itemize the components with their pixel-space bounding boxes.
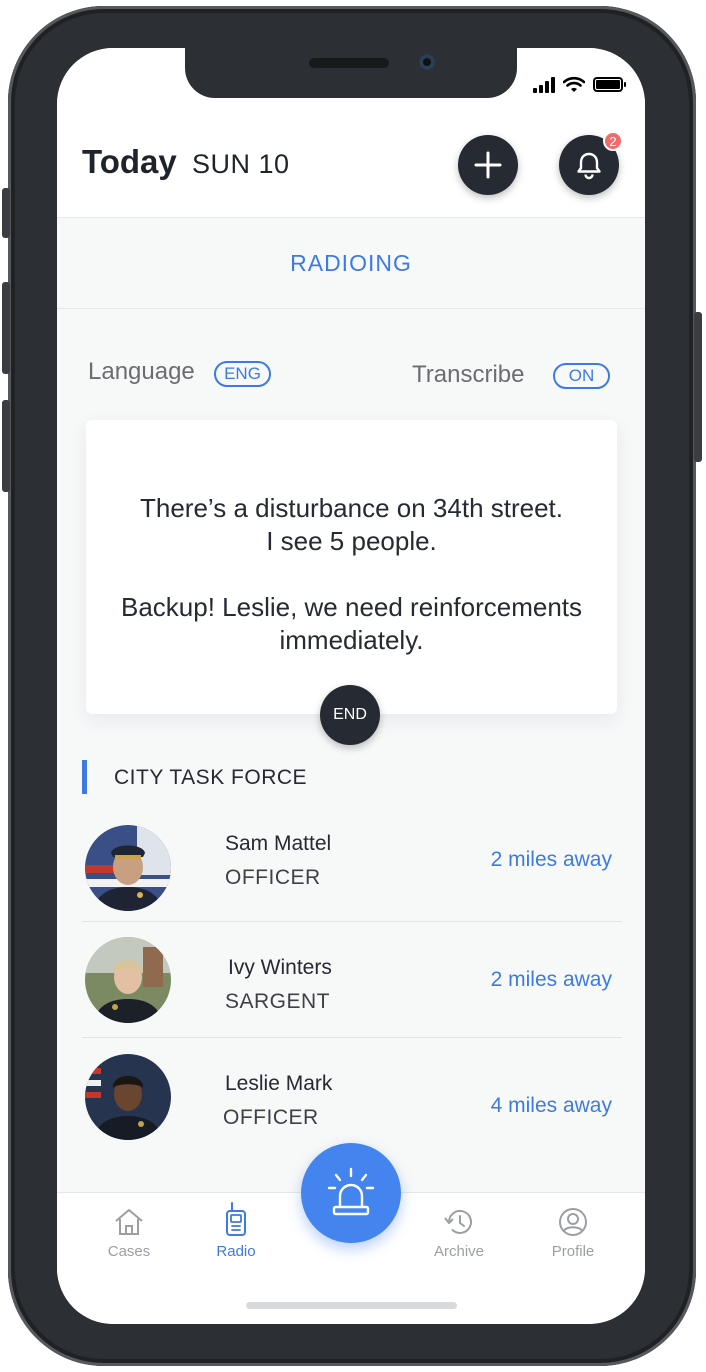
- contact-row[interactable]: Ivy Winters SARGENT 2 miles away: [82, 922, 622, 1038]
- avatar: [85, 937, 171, 1023]
- avatar: [85, 825, 171, 911]
- date-label: SUN 10: [192, 149, 290, 179]
- phone-screen: Today SUN 10 2 RADIOING Language ENG Tra…: [57, 48, 645, 1324]
- transcript-text: There’s a disturbance on 34th street. I s…: [86, 492, 617, 657]
- nav-item-profile[interactable]: Profile: [533, 1207, 613, 1260]
- nav-label: Archive: [433, 1243, 485, 1260]
- notch: [185, 48, 517, 98]
- user-icon: [559, 1208, 587, 1236]
- notification-badge: 2: [603, 131, 623, 151]
- page-title: Today: [82, 143, 177, 180]
- contact-name: Ivy Winters: [228, 956, 332, 979]
- history-icon: [444, 1209, 472, 1234]
- plus-icon: [474, 151, 502, 179]
- wifi-icon: [563, 76, 585, 92]
- siren-icon: [327, 1167, 375, 1216]
- section-title: CITY TASK FORCE: [114, 766, 308, 789]
- emergency-alert-button[interactable]: [301, 1143, 401, 1243]
- language-toggle[interactable]: ENG: [214, 361, 271, 387]
- nav-item-archive[interactable]: Archive: [419, 1207, 499, 1260]
- section-accent-bar: [82, 760, 87, 794]
- contact-name: Leslie Mark: [225, 1072, 333, 1095]
- contact-distance: 2 miles away: [490, 848, 612, 871]
- tab-radioing[interactable]: RADIOING: [57, 219, 645, 309]
- contact-row[interactable]: Sam Mattel OFFICER 2 miles away: [82, 820, 622, 922]
- camera: [419, 54, 435, 70]
- transcript-line: I see 5 people.: [266, 526, 437, 556]
- transcribe-toggle[interactable]: ON: [553, 363, 610, 389]
- transcript-line: Backup! Leslie, we need reinforcements: [120, 592, 583, 622]
- volume-up-button: [2, 282, 10, 374]
- contact-distance: 2 miles away: [490, 968, 612, 991]
- contact-role: SARGENT: [225, 990, 331, 1013]
- nav-label: Profile: [551, 1243, 595, 1260]
- contact-distance: 4 miles away: [490, 1094, 612, 1117]
- battery-icon: [593, 77, 626, 92]
- volume-down-button: [2, 400, 10, 492]
- walkie-talkie-icon: [226, 1202, 246, 1236]
- nav-item-radio[interactable]: Radio: [196, 1202, 276, 1260]
- contact-role: OFFICER: [223, 1106, 319, 1129]
- transcript-line: There’s a disturbance on 34th street.: [140, 493, 563, 523]
- mute-switch: [2, 188, 10, 238]
- avatar: [85, 1054, 171, 1140]
- end-button[interactable]: END: [320, 685, 380, 745]
- signal-icon: [533, 76, 555, 93]
- transcript-card: There’s a disturbance on 34th street. I s…: [86, 420, 617, 714]
- tab-label: RADIOING: [290, 250, 412, 276]
- speaker: [309, 58, 389, 68]
- language-label: Language: [88, 358, 195, 385]
- contact-name: Sam Mattel: [225, 832, 332, 855]
- contact-role: OFFICER: [225, 866, 321, 889]
- home-indicator: [246, 1302, 457, 1309]
- nav-label: Radio: [216, 1243, 256, 1260]
- status-bar: [533, 76, 626, 93]
- transcript-line: immediately.: [279, 625, 424, 655]
- contact-row[interactable]: Leslie Mark OFFICER 4 miles away: [82, 1038, 622, 1148]
- home-icon: [115, 1209, 143, 1235]
- transcribe-label: Transcribe: [412, 361, 525, 388]
- bell-icon: [577, 152, 601, 180]
- notifications-button[interactable]: 2: [559, 131, 623, 195]
- add-button[interactable]: [458, 135, 518, 195]
- nav-label: Cases: [107, 1243, 151, 1260]
- power-button: [694, 312, 702, 462]
- nav-item-cases[interactable]: Cases: [89, 1207, 169, 1260]
